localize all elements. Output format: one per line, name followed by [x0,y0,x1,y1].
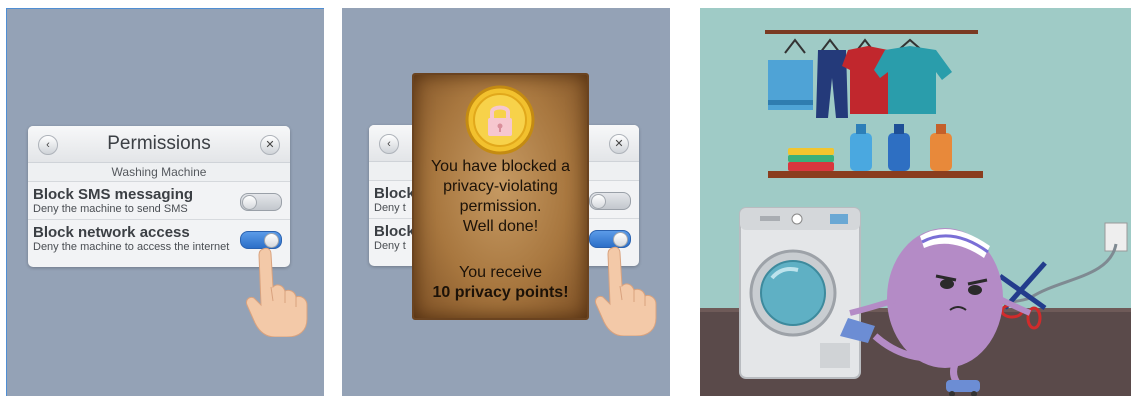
dialog-header: ‹ Permissions ✕ [28,126,290,163]
close-icon[interactable]: ✕ [609,134,629,154]
washing-machine [739,207,861,379]
dialog-title: Permissions [107,133,211,154]
toggle-knob [242,195,257,210]
reward-message-line: Well done! [462,218,539,235]
permission-title: Block SMS messaging [33,186,194,203]
panel-laundry-scene [700,8,1131,396]
panel-permissions: ‹ Permissions ✕ Washing Machine Block SM… [6,8,324,396]
pointing-hand-icon [246,247,308,337]
permission-title: Block network access [33,224,190,241]
panel-reward: ‹ ✕ Block Deny t Block Deny t You have b [342,8,670,396]
permission-description: Deny the machine to access the internet [33,241,230,253]
sms-toggle[interactable] [240,193,282,211]
permission-row-sms: Block SMS messaging Deny the machine to … [28,182,290,220]
permission-title: Block [374,185,415,202]
jeans [816,50,848,118]
device-name: Washing Machine [28,163,290,182]
clothes-rack [765,30,978,118]
shelf [768,124,983,178]
permissions-dialog: ‹ Permissions ✕ Washing Machine Block SM… [28,126,290,267]
reward-receive-text: You receive [458,264,543,281]
permission-description: Deny the machine to send SMS [33,203,188,215]
laundry-room-illustration [700,30,1131,396]
toggle-knob [591,194,606,209]
reward-message-line: privacy-violating [443,178,558,195]
permission-description: Deny t [374,202,406,214]
pointing-hand-icon [595,246,657,336]
permission-description: Deny t [374,240,406,252]
toggle-knob [264,233,279,248]
toggle-knob [613,232,628,247]
padlock-coin-icon [465,85,535,155]
reward-points: 10 privacy points! [432,284,569,301]
close-icon[interactable]: ✕ [260,135,280,155]
sms-toggle[interactable] [589,192,631,210]
reward-parchment: You have blocked a privacy-violating per… [412,73,589,320]
chevron-left-icon[interactable]: ‹ [379,134,399,154]
permission-title: Block [374,223,415,240]
reward-message-line: You have blocked a [430,158,571,175]
reward-message-line: permission. [459,198,542,215]
reward-message: You have blocked a privacy-violating per… [414,157,587,237]
